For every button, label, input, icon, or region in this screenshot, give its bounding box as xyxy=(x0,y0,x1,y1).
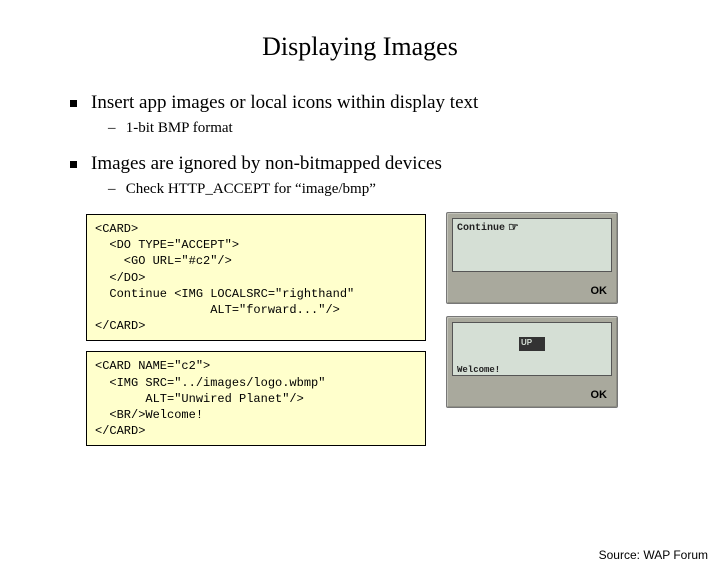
source-attribution: Source: WAP Forum xyxy=(599,548,708,562)
phone-mockup-2: UP Welcome! OK xyxy=(446,316,618,408)
dash-icon: – xyxy=(108,181,122,198)
code-block-1: <CARD> <DO TYPE="ACCEPT"> <GO URL="#c2"/… xyxy=(86,214,426,341)
bullet-text: Images are ignored by non-bitmapped devi… xyxy=(91,153,442,175)
sub-bullet: – 1-bit BMP format xyxy=(108,120,660,137)
bullet-list: Insert app images or local icons within … xyxy=(70,92,660,198)
example-row: <CARD> <DO TYPE="ACCEPT"> <GO URL="#c2"/… xyxy=(86,214,720,446)
slide-title: Displaying Images xyxy=(0,32,720,62)
bullet-item: Insert app images or local icons within … xyxy=(70,92,660,114)
bullet-text: Insert app images or local icons within … xyxy=(91,92,478,114)
sub-bullet: – Check HTTP_ACCEPT for “image/bmp” xyxy=(108,181,660,198)
bullet-icon xyxy=(70,100,77,107)
screen-line: Continue ☞ xyxy=(457,222,607,234)
sub-bullet-text: Check HTTP_ACCEPT for “image/bmp” xyxy=(126,181,376,197)
bullet-item: Images are ignored by non-bitmapped devi… xyxy=(70,153,660,175)
ok-label: OK xyxy=(591,389,608,401)
sub-bullet-text: 1-bit BMP format xyxy=(126,120,233,136)
bullet-icon xyxy=(70,161,77,168)
righthand-icon: ☞ xyxy=(508,222,519,234)
code-column: <CARD> <DO TYPE="ACCEPT"> <GO URL="#c2"/… xyxy=(86,214,426,446)
phone-screen: UP Welcome! xyxy=(452,322,612,376)
code-block-2: <CARD NAME="c2"> <IMG SRC="../images/log… xyxy=(86,351,426,446)
dash-icon: – xyxy=(108,120,122,137)
welcome-text: Welcome! xyxy=(457,365,607,375)
phone-mockups: Continue ☞ OK UP Welcome! OK xyxy=(446,212,618,446)
phone-screen: Continue ☞ xyxy=(452,218,612,272)
screen-text: Continue xyxy=(457,223,505,234)
logo-text: UP xyxy=(521,338,532,347)
ok-label: OK xyxy=(591,285,608,297)
up-logo-icon: UP xyxy=(519,337,545,351)
phone-mockup-1: Continue ☞ OK xyxy=(446,212,618,304)
